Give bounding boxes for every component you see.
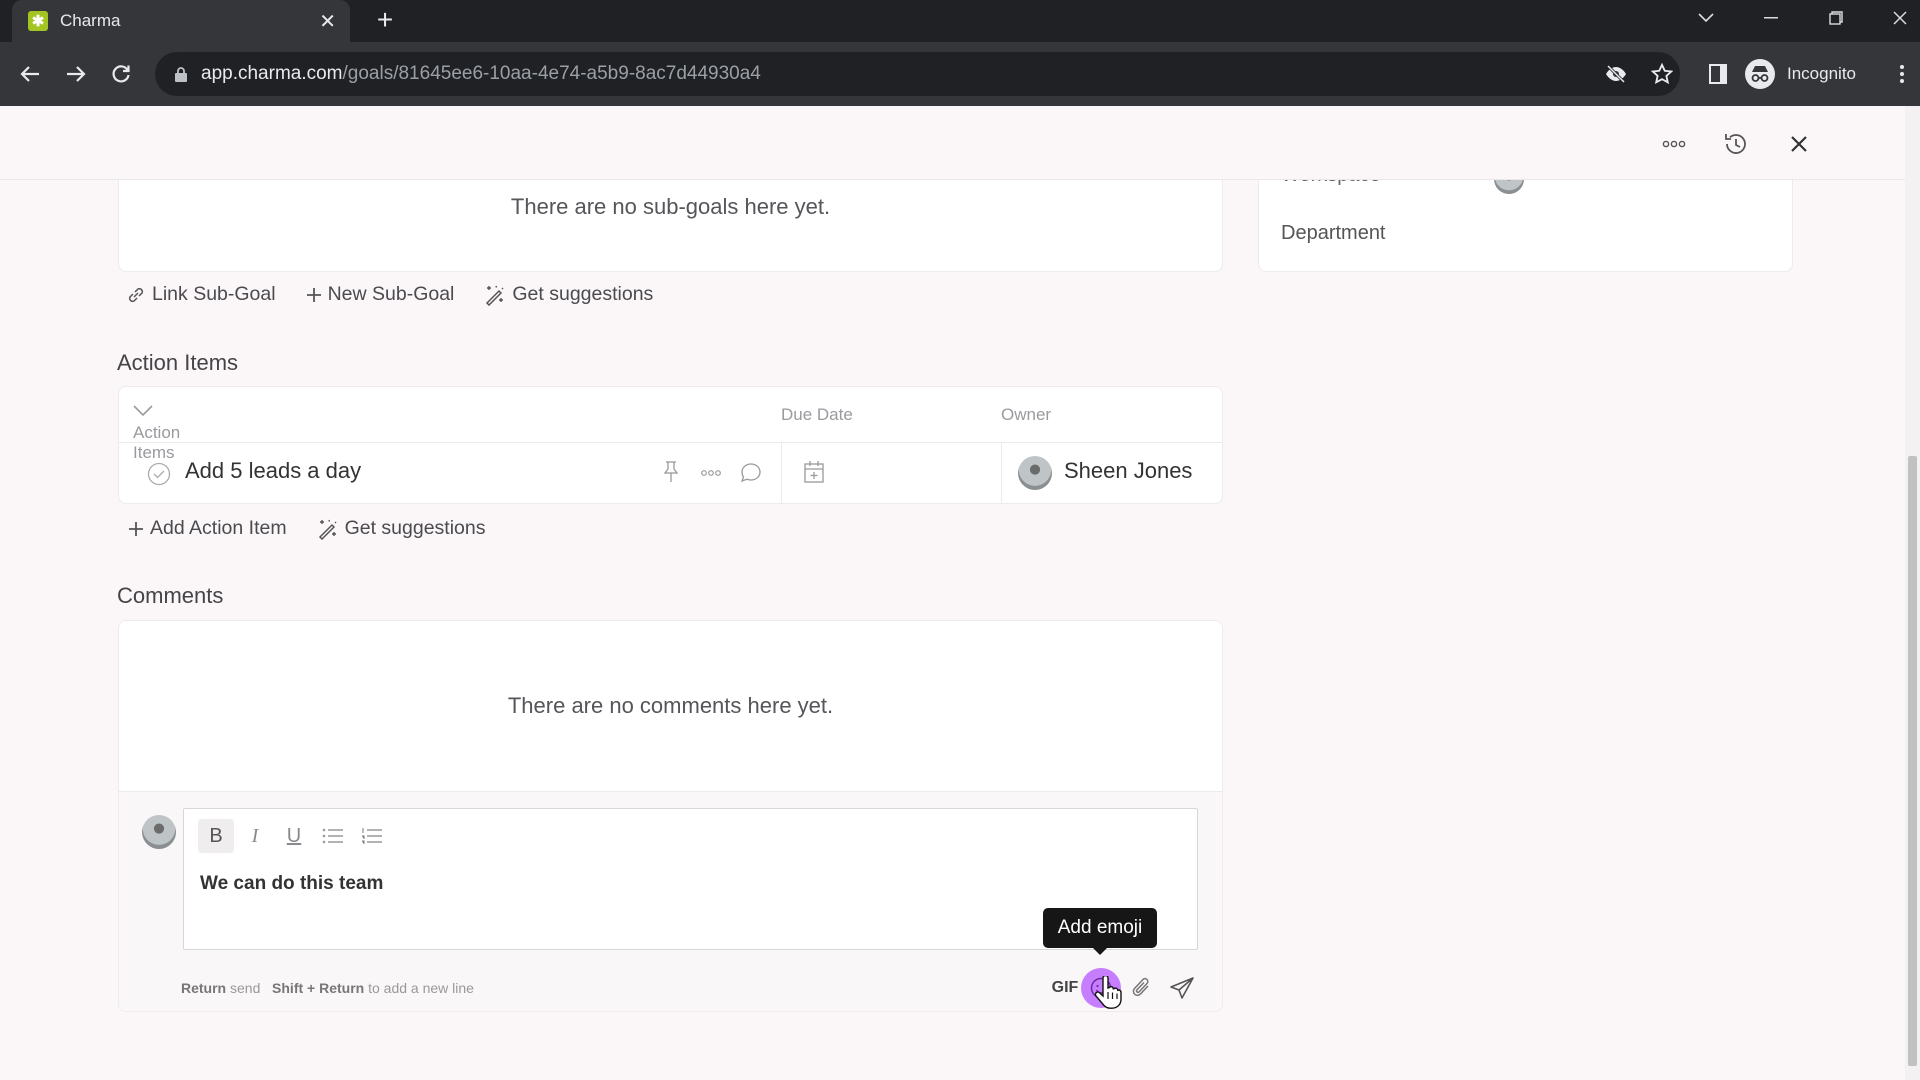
link-sub-goal-button[interactable]: Link Sub-Goal: [126, 283, 276, 306]
comment-input-text[interactable]: We can do this team: [200, 873, 383, 895]
restore-icon[interactable]: [1806, 0, 1866, 36]
url-host: app.charma.com: [201, 63, 343, 84]
comment-composer: B I U We can do this team Return send Sh…: [119, 791, 1222, 1011]
action-item-suggestions-button[interactable]: Get suggestions: [317, 517, 486, 540]
comments-card: There are no comments here yet. B I U We…: [118, 620, 1223, 1012]
numbered-list-icon: [362, 828, 382, 844]
italic-icon: I: [251, 824, 259, 847]
send-icon: [1170, 977, 1194, 999]
add-due-date-icon[interactable]: [803, 460, 825, 484]
sub-goals-empty-text: There are no sub-goals here yet.: [510, 194, 831, 219]
current-user-avatar: [142, 815, 176, 849]
url-path: /goals/81645ee6-10aa-4e74-a5b9-8ac7d4493…: [342, 63, 761, 84]
scrollbar-thumb[interactable]: [1908, 456, 1917, 1066]
minimize-icon[interactable]: [1741, 0, 1801, 36]
column-owner: Owner: [1001, 405, 1052, 424]
incognito-icon: [1745, 59, 1775, 89]
tab-title: Charma: [60, 11, 121, 30]
underline-button[interactable]: U: [276, 819, 312, 853]
page-scrollbar[interactable]: [1905, 106, 1920, 1080]
attach-button[interactable]: [1125, 968, 1159, 1008]
add-action-item-button[interactable]: Add Action Item: [128, 517, 287, 540]
browser-menu-icon[interactable]: [1884, 56, 1920, 92]
add-emoji-tooltip: Add emoji: [1043, 908, 1157, 955]
window-close-icon[interactable]: [1870, 0, 1920, 36]
send-button[interactable]: [1164, 968, 1200, 1008]
bookmark-star-icon[interactable]: [1644, 56, 1680, 92]
cell-divider: [781, 443, 782, 503]
action-items-column-filter[interactable]: Action Items: [133, 405, 180, 462]
bold-icon: B: [209, 824, 223, 847]
action-items-table-header: Action Items Due Date Owner: [119, 387, 1222, 462]
complete-checkbox-icon[interactable]: [147, 462, 171, 486]
comments-empty-text: There are no comments here yet.: [507, 693, 834, 718]
more-options-icon[interactable]: [700, 469, 722, 477]
underline-icon: U: [286, 824, 302, 847]
action-items-table: Action Items Due Date Owner Add 5 leads …: [118, 386, 1223, 504]
gif-label: GIF: [1051, 979, 1079, 996]
action-item-actions: Add Action Item Get suggestions: [128, 517, 486, 540]
browser-tabstrip: ✱ Charma ✕ +: [0, 0, 1920, 42]
sub-goal-suggestions-button[interactable]: Get suggestions: [484, 283, 653, 306]
sub-goal-actions: Link Sub-Goal New Sub-Goal Get suggestio…: [126, 283, 653, 306]
table-row[interactable]: Add 5 leads a day Sheen Jones: [119, 443, 1222, 503]
pin-icon[interactable]: [663, 461, 679, 483]
cell-divider: [1001, 443, 1002, 503]
link-sub-goal-label: Link Sub-Goal: [152, 283, 276, 305]
paperclip-icon: [1132, 977, 1149, 997]
tab-search-icon[interactable]: [1676, 0, 1736, 36]
hint-key-shift-return: Shift + Return: [272, 980, 365, 996]
keyboard-hint: Return send Shift + Return to add a new …: [181, 980, 474, 996]
browser-tab[interactable]: ✱ Charma ✕: [12, 0, 350, 42]
hint-key-return: Return: [181, 980, 227, 996]
italic-button[interactable]: I: [237, 819, 273, 853]
column-due-date: Due Date: [781, 405, 853, 424]
comment-icon[interactable]: [740, 462, 762, 484]
bold-button[interactable]: B: [198, 819, 234, 853]
reload-icon[interactable]: [103, 56, 139, 92]
bullet-list-button[interactable]: [315, 819, 351, 853]
link-icon: [128, 287, 144, 302]
owner-avatar: [1018, 456, 1052, 490]
comments-title: Comments: [117, 583, 224, 608]
new-sub-goal-button[interactable]: New Sub-Goal: [306, 283, 455, 306]
back-icon[interactable]: [12, 56, 48, 92]
hand-cursor-icon: [1094, 976, 1122, 1009]
new-tab-button[interactable]: +: [370, 6, 400, 36]
hint-text-newline: to add a new line: [368, 980, 474, 996]
magic-wand-icon: [318, 519, 337, 540]
magic-wand-icon: [486, 285, 504, 306]
action-items-title: Action Items: [117, 350, 239, 375]
tab-close-icon[interactable]: ✕: [319, 9, 336, 34]
department-label: Department: [1281, 222, 1386, 244]
goal-panel-header: [0, 106, 1905, 180]
plus-icon: [306, 287, 321, 302]
hint-text-send: send: [230, 980, 261, 996]
bullet-list-icon: [322, 828, 343, 844]
lock-icon: [175, 66, 187, 82]
chevron-down-icon: [133, 405, 153, 417]
gif-button[interactable]: GIF: [1047, 968, 1083, 1008]
action-item-suggestions-label: Get suggestions: [344, 517, 486, 539]
more-options-icon[interactable]: [1656, 126, 1692, 162]
add-action-item-label: Add Action Item: [150, 517, 287, 539]
numbered-list-button[interactable]: [354, 819, 390, 853]
new-sub-goal-label: New Sub-Goal: [327, 283, 455, 305]
history-icon[interactable]: [1718, 126, 1754, 162]
forward-icon[interactable]: [58, 56, 94, 92]
charma-favicon-icon: ✱: [28, 11, 48, 31]
close-panel-icon[interactable]: [1781, 126, 1817, 162]
side-panel-icon[interactable]: [1700, 56, 1736, 92]
owner-name[interactable]: Sheen Jones: [1064, 458, 1192, 484]
browser-toolbar: app.charma.com/goals/81645ee6-10aa-4e74-…: [0, 42, 1920, 106]
action-item-name[interactable]: Add 5 leads a day: [185, 458, 361, 484]
plus-icon: [129, 521, 143, 536]
address-bar[interactable]: app.charma.com/goals/81645ee6-10aa-4e74-…: [155, 52, 1680, 96]
eye-off-icon[interactable]: [1598, 56, 1634, 92]
incognito-label: Incognito: [1787, 64, 1856, 83]
sub-goal-suggestions-label: Get suggestions: [512, 283, 654, 305]
